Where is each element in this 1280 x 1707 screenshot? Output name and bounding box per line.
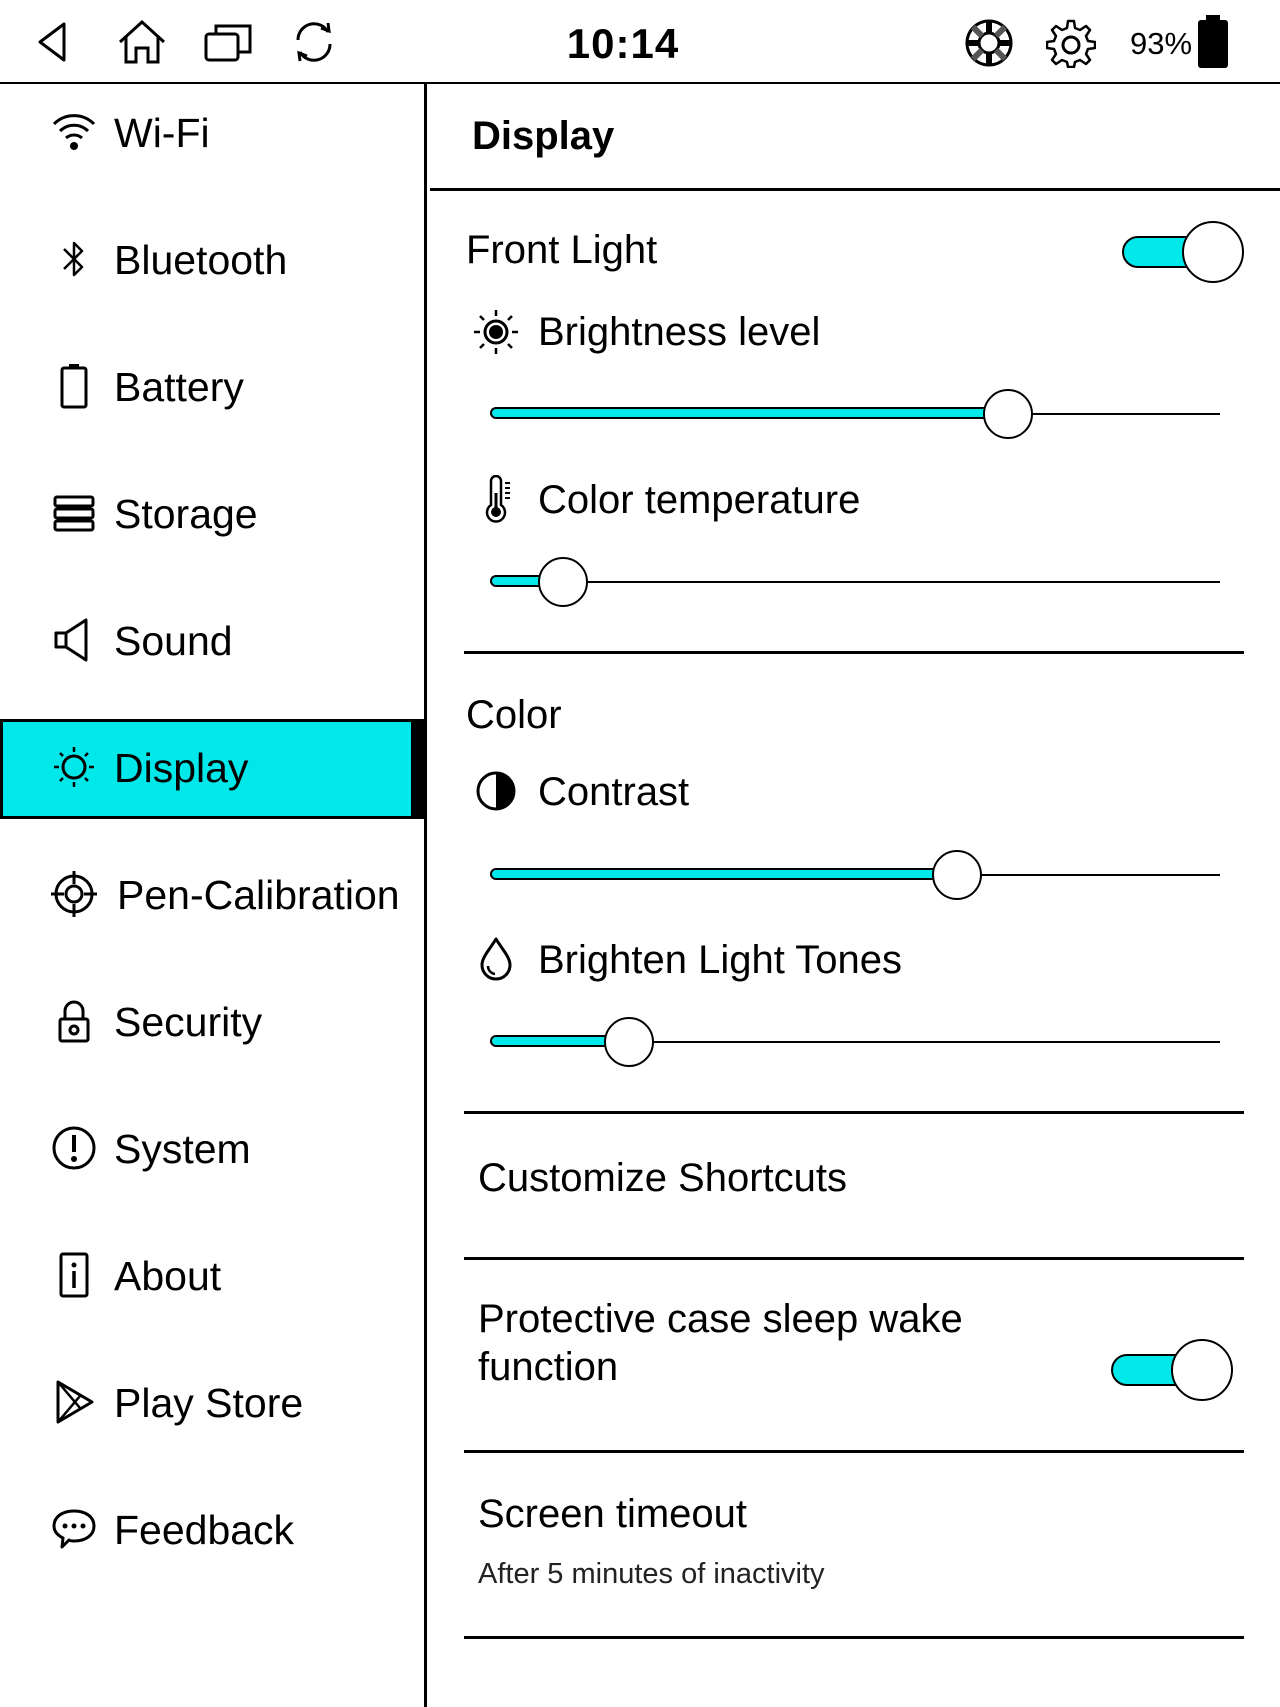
- slider-thumb[interactable]: [983, 389, 1034, 439]
- sidebar-item-feedback[interactable]: Feedback: [0, 1481, 424, 1581]
- sidebar-item-label: Security: [114, 999, 263, 1045]
- divider: [464, 1111, 1244, 1114]
- divider: [464, 1636, 1244, 1639]
- sidebar-item-label: Feedback: [114, 1507, 295, 1553]
- divider: [430, 188, 1280, 191]
- sidebar-item-wifi[interactable]: Wi-Fi: [0, 84, 424, 184]
- sidebar-item-label: Wi-Fi: [114, 110, 210, 156]
- slider-track: [490, 581, 1220, 583]
- sidebar-item-label: About: [114, 1253, 222, 1299]
- front-light-toggle[interactable]: [1122, 221, 1244, 283]
- brighten-light-tones-label: Brighten Light Tones: [538, 938, 902, 982]
- bluetooth-icon: [50, 235, 98, 283]
- color-section-label: Color: [466, 693, 562, 737]
- storage-icon: [50, 489, 98, 537]
- divider: [464, 1257, 1244, 1260]
- exclamation-circle-icon: [50, 1124, 98, 1172]
- battery-icon: [1196, 14, 1230, 70]
- play-store-icon: [50, 1378, 98, 1426]
- sidebar-item-security[interactable]: Security: [0, 973, 424, 1073]
- display-settings-panel: Display Front Light Brightness level Col…: [430, 84, 1280, 1707]
- sidebar-item-play-store[interactable]: Play Store: [0, 1354, 424, 1454]
- gear-icon[interactable]: [1046, 18, 1096, 68]
- info-icon: [50, 1251, 98, 1299]
- slider-thumb[interactable]: [538, 557, 588, 607]
- divider: [464, 651, 1244, 654]
- sidebar-item-system[interactable]: System: [0, 1100, 424, 1200]
- sidebar-item-about[interactable]: About: [0, 1227, 424, 1327]
- toggle-knob: [1182, 221, 1244, 283]
- slider-thumb[interactable]: [932, 850, 983, 900]
- slider-fill: [490, 868, 958, 880]
- color-temperature-label: Color temperature: [538, 478, 861, 522]
- sidebar-item-sound[interactable]: Sound: [0, 592, 424, 692]
- slider-fill: [490, 407, 1009, 419]
- battery-percent: 93%: [1130, 26, 1193, 61]
- sidebar-item-storage[interactable]: Storage: [0, 465, 424, 565]
- chat-bubble-icon: [50, 1505, 98, 1553]
- screen-timeout-item[interactable]: Screen timeout: [478, 1490, 747, 1538]
- droplet-icon: [472, 935, 520, 983]
- page-title: Display: [472, 114, 615, 158]
- thermometer-icon: [472, 475, 520, 523]
- sidebar-item-display[interactable]: Display: [0, 719, 424, 819]
- contrast-icon: [472, 767, 520, 815]
- customize-shortcuts-item[interactable]: Customize Shortcuts: [478, 1154, 847, 1202]
- sidebar-item-label: Sound: [114, 618, 233, 664]
- sidebar-item-battery[interactable]: Battery: [0, 338, 424, 438]
- contrast-slider[interactable]: [490, 847, 1220, 903]
- sidebar-item-label: Battery: [114, 364, 244, 410]
- brightness-slider[interactable]: [490, 386, 1220, 442]
- status-bar: 10:14 93%: [0, 0, 1280, 84]
- sidebar-item-label: Play Store: [114, 1380, 304, 1426]
- sidebar-item-label: System: [114, 1126, 251, 1172]
- toggle-knob: [1171, 1339, 1233, 1401]
- sidebar-item-label: Display: [114, 745, 249, 791]
- sun-icon: [50, 743, 98, 791]
- wifi-icon: [50, 108, 98, 156]
- brightness-label: Brightness level: [538, 310, 821, 354]
- sidebar: Wi-Fi Bluetooth Battery Storage Sound Di…: [0, 84, 427, 1707]
- front-light-label: Front Light: [466, 228, 658, 272]
- brighten-light-tones-slider[interactable]: [490, 1014, 1220, 1070]
- color-temperature-slider[interactable]: [490, 554, 1220, 610]
- slider-thumb[interactable]: [603, 1017, 654, 1067]
- divider: [464, 1450, 1244, 1453]
- lifebuoy-icon[interactable]: [964, 18, 1013, 67]
- sidebar-item-label: Bluetooth: [114, 237, 288, 283]
- lock-icon: [50, 997, 98, 1045]
- sidebar-item-bluetooth[interactable]: Bluetooth: [0, 211, 424, 311]
- sidebar-item-label: Storage: [114, 491, 258, 537]
- battery-icon: [50, 362, 98, 410]
- sidebar-item-pen-calibration[interactable]: Pen-Calibration: [0, 846, 424, 946]
- sidebar-item-label: Pen-Calibration: [117, 872, 400, 918]
- brightness-icon: [472, 308, 520, 356]
- protective-case-label-line1: Protective case sleep wake: [478, 1297, 963, 1341]
- crosshair-icon: [50, 870, 98, 918]
- protective-case-toggle[interactable]: [1111, 1339, 1233, 1401]
- speaker-icon: [50, 616, 98, 664]
- screen-timeout-value: After 5 minutes of inactivity: [478, 1558, 825, 1590]
- contrast-label: Contrast: [538, 770, 690, 814]
- protective-case-label-line2: function: [478, 1345, 619, 1389]
